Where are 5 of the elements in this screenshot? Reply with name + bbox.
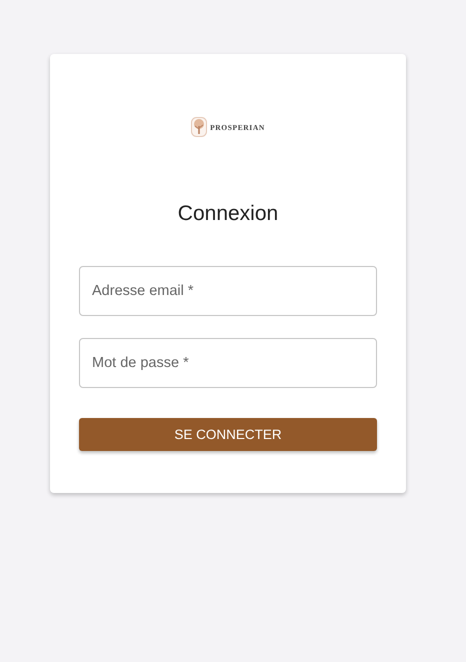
page-title: Connexion <box>178 202 278 226</box>
input-field[interactable]: Adresse email * <box>79 266 377 316</box>
tree-icon <box>191 117 208 137</box>
login-button[interactable]: SE CONNECTER <box>79 418 377 451</box>
input-field[interactable]: Mot de passe * <box>79 338 377 388</box>
